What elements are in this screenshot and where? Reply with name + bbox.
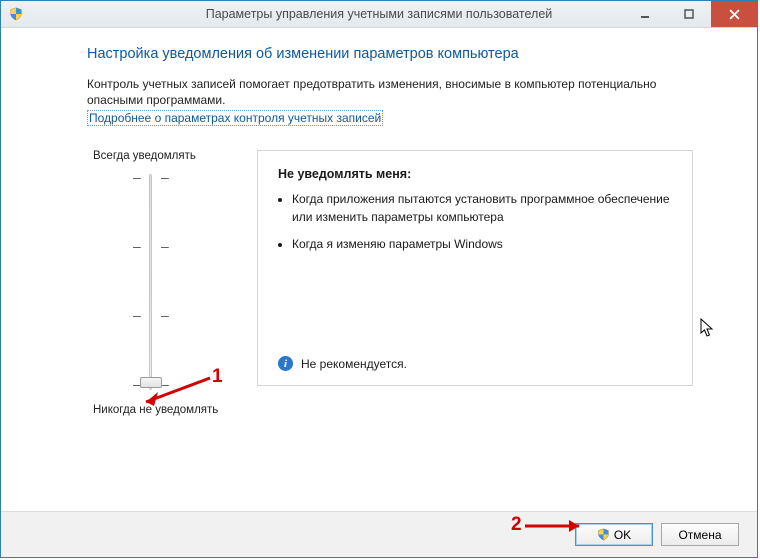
content-area: Настройка уведомления об изменении парам… — [1, 28, 757, 511]
window-buttons — [623, 1, 757, 27]
shield-icon — [597, 528, 610, 541]
slider-label-bottom: Никогда не уведомлять — [93, 404, 257, 416]
uac-slider[interactable]: – – – – – – – – — [113, 172, 163, 392]
slider-tick: – — [161, 377, 169, 391]
info-item: Когда приложения пытаются установить про… — [292, 191, 674, 226]
info-title: Не уведомлять меня: — [278, 167, 674, 181]
page-heading: Настройка уведомления об изменении парам… — [87, 46, 697, 62]
maximize-button[interactable] — [667, 1, 711, 27]
slider-tick: – — [161, 239, 169, 253]
info-list: Когда приложения пытаются установить про… — [292, 191, 674, 263]
slider-tick: – — [133, 308, 141, 322]
slider-area: Всегда уведомлять – – – – – – – – Никогд… — [87, 150, 697, 416]
page-description: Контроль учетных записей помогает предот… — [87, 76, 697, 108]
uac-settings-window: Параметры управления учетными записями п… — [0, 0, 758, 558]
close-button[interactable] — [711, 1, 757, 27]
ok-label: OK — [614, 528, 631, 542]
slider-label-top: Всегда уведомлять — [93, 150, 257, 162]
info-icon: i — [278, 356, 293, 371]
recommendation-text: Не рекомендуется. — [301, 357, 407, 371]
slider-tick: – — [161, 170, 169, 184]
info-panel: Не уведомлять меня: Когда приложения пыт… — [257, 150, 693, 386]
ok-button[interactable]: OK — [575, 523, 653, 546]
footer-bar: OK Отмена — [1, 511, 757, 557]
slider-track — [149, 174, 152, 390]
slider-tick: – — [161, 308, 169, 322]
shield-icon — [9, 7, 23, 21]
slider-tick: – — [133, 170, 141, 184]
slider-thumb[interactable] — [140, 377, 162, 388]
titlebar: Параметры управления учетными записями п… — [1, 1, 757, 28]
learn-more-link[interactable]: Подробнее о параметрах контроля учетных … — [87, 110, 383, 126]
recommendation-row: i Не рекомендуется. — [278, 356, 674, 371]
minimize-button[interactable] — [623, 1, 667, 27]
slider-column: Всегда уведомлять – – – – – – – – Никогд… — [87, 150, 257, 416]
cancel-label: Отмена — [678, 528, 721, 542]
slider-tick: – — [133, 239, 141, 253]
cancel-button[interactable]: Отмена — [661, 523, 739, 546]
info-item: Когда я изменяю параметры Windows — [292, 236, 674, 253]
